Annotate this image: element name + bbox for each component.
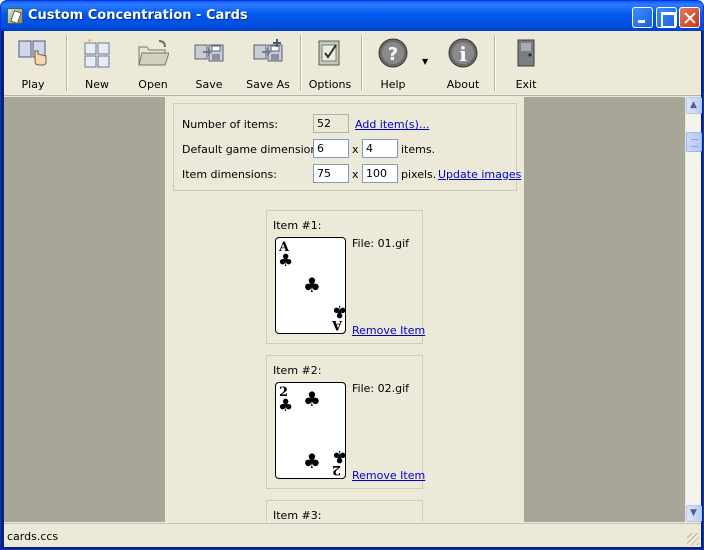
options-label: Options bbox=[308, 78, 352, 91]
add-items-link[interactable]: Add item(s)... bbox=[355, 118, 429, 131]
club-icon: ♣ bbox=[303, 387, 321, 411]
update-images-link[interactable]: Update images bbox=[438, 168, 521, 181]
save-button[interactable]: Save bbox=[186, 33, 232, 93]
options-checklist-icon bbox=[318, 40, 340, 66]
num-items-label: Number of items: bbox=[182, 118, 279, 131]
client-area: Play New Open Save Save As Options ? Hel… bbox=[4, 31, 702, 547]
status-filename: cards.ccs bbox=[7, 530, 59, 543]
list-item: Item #2: 2 ♣ ♣ ♣ ♣ 2 File: 02.gif Remove… bbox=[266, 355, 425, 489]
default-width-input[interactable]: 6 bbox=[313, 139, 349, 158]
card-rank: A bbox=[332, 317, 343, 332]
vertical-scrollbar[interactable]: ▲ ▼ bbox=[685, 97, 702, 522]
toolbar-separator bbox=[361, 35, 363, 91]
club-icon: ♣ bbox=[303, 273, 321, 297]
open-button[interactable]: Open bbox=[130, 33, 176, 93]
item-title: Item #2: bbox=[273, 364, 322, 377]
minimize-button[interactable] bbox=[632, 7, 653, 28]
new-label: New bbox=[85, 78, 109, 91]
close-button[interactable] bbox=[679, 7, 700, 28]
toolbar-separator bbox=[494, 35, 496, 91]
default-height-input[interactable]: 4 bbox=[362, 139, 398, 158]
title-bar[interactable]: Custom Concentration - Cards bbox=[1, 1, 703, 31]
item-width-input[interactable]: 75 bbox=[313, 164, 349, 183]
pixels-unit-label: pixels. bbox=[401, 168, 437, 181]
item-dims-label: Item dimensions: bbox=[182, 168, 277, 181]
document-view: Number of items: 52 Add item(s)... Defau… bbox=[4, 97, 685, 522]
resize-grip-icon[interactable] bbox=[687, 533, 699, 545]
items-unit-label: items. bbox=[401, 143, 436, 156]
toolbar: Play New Open Save Save As Options ? Hel… bbox=[4, 31, 701, 96]
about-button[interactable]: i About bbox=[440, 33, 486, 93]
options-button[interactable]: Options bbox=[307, 33, 353, 93]
card-image: 2 ♣ ♣ ♣ ♣ 2 bbox=[275, 382, 346, 479]
help-question-icon: ? bbox=[378, 38, 408, 68]
settings-group: Number of items: 52 Add item(s)... Defau… bbox=[173, 103, 521, 191]
new-grid-icon bbox=[84, 39, 110, 68]
dropdown-arrow-icon: ▼ bbox=[422, 57, 429, 66]
scroll-thumb[interactable] bbox=[686, 132, 702, 152]
app-window: Custom Concentration - Cards Play New Op… bbox=[0, 0, 704, 550]
down-arrow-icon: ▼ bbox=[690, 508, 697, 518]
list-item: Item #1: A ♣ ♣ ♣ A File: 01.gif Remove I… bbox=[266, 210, 425, 344]
save-as-label: Save As bbox=[246, 78, 290, 91]
scroll-up-button[interactable]: ▲ bbox=[686, 97, 702, 114]
open-folder-icon bbox=[138, 40, 169, 66]
new-button[interactable]: New bbox=[74, 33, 120, 93]
help-button[interactable]: ? Help bbox=[370, 33, 416, 93]
exit-button[interactable]: Exit bbox=[503, 33, 549, 93]
club-icon: ♣ bbox=[278, 251, 294, 271]
card-rank: 2 bbox=[332, 462, 342, 477]
save-disk-icon bbox=[194, 44, 224, 62]
app-icon[interactable] bbox=[7, 8, 23, 24]
svg-text:?: ? bbox=[388, 44, 398, 65]
club-icon: ♣ bbox=[303, 449, 321, 473]
item-title: Item #1: bbox=[273, 219, 322, 232]
svg-text:i: i bbox=[459, 42, 467, 66]
up-arrow-icon: ▲ bbox=[690, 100, 697, 110]
x-separator: x bbox=[352, 168, 359, 181]
help-dropdown-button[interactable]: ▼ bbox=[420, 33, 430, 93]
exit-door-icon bbox=[517, 39, 535, 67]
play-label: Play bbox=[21, 78, 45, 91]
toolbar-separator bbox=[66, 35, 68, 91]
play-cards-icon bbox=[18, 40, 47, 66]
maximize-button[interactable] bbox=[656, 7, 677, 28]
default-dims-label: Default game dimensions: bbox=[182, 143, 327, 156]
window-title: Custom Concentration - Cards bbox=[28, 8, 248, 23]
exit-label: Exit bbox=[515, 78, 537, 91]
item-file-label: File: 01.gif bbox=[352, 237, 410, 250]
club-icon: ♣ bbox=[278, 396, 294, 416]
status-bar: cards.ccs bbox=[4, 523, 701, 547]
remove-item-link[interactable]: Remove Item bbox=[352, 469, 425, 482]
card-image: A ♣ ♣ ♣ A bbox=[275, 237, 346, 334]
item-height-input[interactable]: 100 bbox=[362, 164, 398, 183]
about-info-icon: i bbox=[448, 38, 478, 68]
num-items-field: 52 bbox=[313, 114, 349, 133]
play-button[interactable]: Play bbox=[10, 33, 56, 93]
item-panel: Number of items: 52 Add item(s)... Defau… bbox=[165, 97, 524, 522]
scroll-down-button[interactable]: ▼ bbox=[686, 505, 702, 522]
help-label: Help bbox=[380, 78, 406, 91]
remove-item-link[interactable]: Remove Item bbox=[352, 324, 425, 337]
x-separator: x bbox=[352, 143, 359, 156]
list-item: Item #3: bbox=[266, 500, 423, 522]
toolbar-separator bbox=[300, 35, 302, 91]
item-file-label: File: 02.gif bbox=[352, 382, 410, 395]
item-title: Item #3: bbox=[273, 509, 322, 522]
open-label: Open bbox=[138, 78, 168, 91]
save-as-disk-icon bbox=[253, 39, 283, 62]
save-label: Save bbox=[195, 78, 223, 91]
about-label: About bbox=[446, 78, 480, 91]
save-as-button[interactable]: Save As bbox=[242, 33, 294, 93]
